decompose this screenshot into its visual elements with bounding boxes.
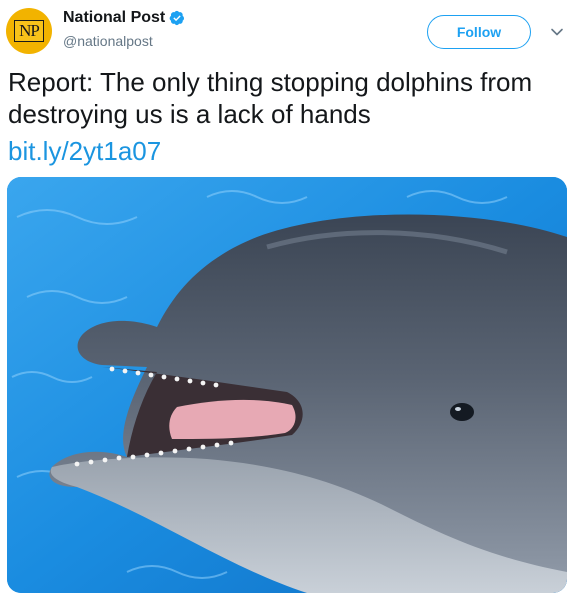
verified-badge-icon [169,10,185,26]
avatar-logo: NP [14,20,44,42]
chevron-down-icon[interactable] [550,25,564,39]
dolphin-photo [7,177,567,593]
account-name-row: National Post [63,9,185,27]
account-handle[interactable]: @nationalpost [63,33,153,49]
tweet-media-image[interactable] [7,177,567,593]
display-name[interactable]: National Post [63,9,165,27]
avatar[interactable]: NP [6,8,52,54]
follow-button[interactable]: Follow [427,15,531,49]
tweet-text: Report: The only thing stopping dolphins… [8,67,533,129]
tweet-link[interactable]: bit.ly/2yt1a07 [8,135,161,167]
